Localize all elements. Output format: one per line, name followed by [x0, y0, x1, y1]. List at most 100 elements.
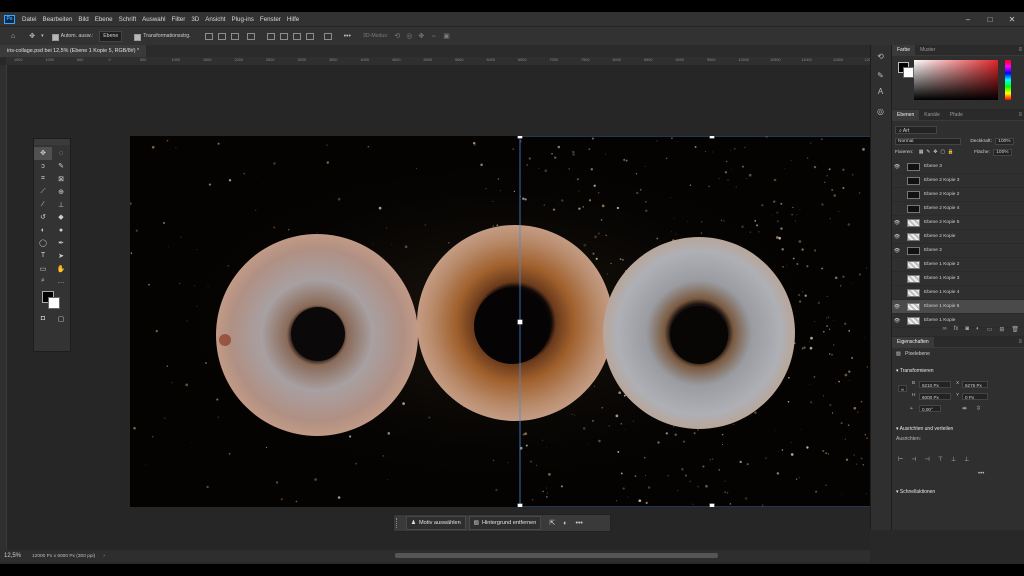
distribute-vertical-icon[interactable] [305, 32, 314, 40]
pen-tool-icon[interactable]: ✒ [52, 237, 70, 250]
auto-select-target-dropdown[interactable]: Ebene [99, 30, 123, 42]
chevron-right-icon[interactable]: › [103, 553, 105, 559]
align-left-edges-icon[interactable]: ⊢ [898, 456, 903, 463]
properties-panel-menu-icon[interactable]: ≡ [1018, 339, 1022, 345]
panel-menu-icon[interactable]: ≡ [1018, 47, 1022, 53]
transform-icon[interactable]: ⇱ [549, 519, 555, 527]
layer-row[interactable]: Ebene 2 Kopie 2 [892, 188, 1024, 202]
new-layer-icon[interactable]: ⊞ [999, 326, 1004, 333]
screen-mode-icon[interactable]: ▢ [52, 314, 70, 324]
layer-row[interactable]: Ebene 2 Kopie 3 [892, 174, 1024, 188]
tab-eigenschaften[interactable]: Eigenschaften [892, 337, 934, 347]
transform-handle-bottom-center[interactable] [709, 503, 715, 508]
background-color[interactable] [903, 67, 914, 78]
color-swatches[interactable] [34, 288, 70, 312]
more-tools-icon[interactable]: … [52, 275, 70, 288]
delete-layer-icon[interactable]: 🗑 [1011, 326, 1019, 333]
width-input[interactable]: 6210 Px [919, 381, 951, 388]
menu-plugins[interactable]: Plug-ins [229, 16, 257, 23]
menu-bearbeiten[interactable]: Bearbeiten [39, 16, 75, 23]
move-icon[interactable]: ✥ [29, 32, 35, 40]
align-bottom-icon[interactable] [279, 32, 288, 40]
adjustments-icon[interactable]: ◎ [875, 106, 886, 117]
healing-tool-icon[interactable]: ⊕ [52, 185, 70, 198]
home-icon[interactable]: ⌂ [11, 33, 15, 40]
layer-row[interactable]: Ebene 1 Kopie 3 [892, 272, 1024, 286]
brush-settings-icon[interactable]: ✎ [875, 70, 886, 81]
minimize-button[interactable]: – [958, 12, 978, 26]
blend-mode-dropdown[interactable]: Normal [895, 138, 961, 145]
align-middle-icon[interactable] [266, 32, 275, 40]
blur-tool-icon[interactable]: ● [52, 224, 70, 237]
3d-rotate-icon[interactable]: ⟲ [394, 32, 400, 40]
horizontal-scrollbar[interactable] [395, 553, 718, 558]
hue-slider[interactable] [1005, 60, 1011, 100]
more-align-icon[interactable]: ••• [978, 471, 984, 477]
angle-input[interactable]: 0,00° [919, 405, 941, 412]
eye-icon[interactable]: 👁 [892, 248, 902, 254]
flip-horizontal-icon[interactable]: ⇹ [962, 405, 967, 412]
transform-handle-middle-left[interactable] [517, 319, 523, 325]
eyedropper-tool-icon[interactable]: ⟋ [34, 185, 52, 198]
zoom-tool-icon[interactable]: ⌕ [34, 275, 52, 288]
color-picker-field[interactable] [914, 60, 998, 100]
align-section-header[interactable]: ▾ Ausrichten und verteilen [896, 426, 953, 432]
height-input[interactable]: 6000 Px [919, 393, 951, 400]
align-top-icon[interactable] [246, 32, 255, 40]
history-brush-icon[interactable]: ↺ [34, 211, 52, 224]
eraser-tool-icon[interactable]: ◆ [52, 211, 70, 224]
tab-pfade[interactable]: Pfade [945, 110, 968, 120]
transform-handle-top-center[interactable] [709, 136, 715, 139]
align-center-icon[interactable] [217, 32, 226, 40]
menu-datei[interactable]: Datei [19, 16, 39, 23]
menu-fenster[interactable]: Fenster [257, 16, 284, 23]
move-tool-icon[interactable]: ✥ [34, 147, 52, 160]
eye-icon[interactable]: 👁 [892, 164, 902, 170]
eye-icon[interactable]: 👁 [892, 220, 902, 226]
layer-filter-dropdown[interactable]: ⌕ Art [895, 126, 937, 134]
menu-hilfe[interactable]: Hilfe [284, 16, 302, 23]
opacity-input[interactable]: 100% [995, 138, 1014, 145]
transform-handle-top-left[interactable] [517, 136, 523, 139]
quick-select-tool-icon[interactable]: ✎ [52, 160, 70, 173]
y-input[interactable]: 0 Px [962, 393, 988, 400]
crop-tool-icon[interactable]: ⌗ [34, 173, 52, 186]
eye-icon[interactable]: 👁 [892, 304, 902, 310]
transform-handle-bottom-left[interactable] [517, 503, 523, 508]
remove-background-button[interactable]: ▨ Hintergrund entfernen [468, 516, 542, 530]
3d-slide-icon[interactable]: ⇔ [430, 33, 437, 40]
menu-schrift[interactable]: Schrift [116, 16, 140, 23]
document-tab[interactable]: iris-collage.psd bei 12,5% (Ebene 1 Kopi… [0, 45, 147, 57]
3d-roll-icon[interactable]: ◎ [406, 32, 412, 40]
tab-farbe[interactable]: Farbe [892, 45, 916, 55]
drag-handle[interactable] [396, 518, 403, 528]
document-canvas[interactable] [130, 136, 875, 507]
layer-row[interactable]: Ebene 1 Kopie 2 [892, 258, 1024, 272]
layer-row[interactable]: 👁 Ebene 2 Kopie [892, 230, 1024, 244]
tab-muster[interactable]: Muster [915, 45, 940, 55]
link-proportions-icon[interactable]: ∞ [898, 385, 907, 392]
stamp-tool-icon[interactable]: ⊥ [52, 198, 70, 211]
layer-row[interactable]: 👁 Ebene 2 Kopie 5 [892, 216, 1024, 230]
menu-auswahl[interactable]: Auswahl [139, 16, 168, 23]
adjustment-layer-icon[interactable]: ◐ [976, 326, 980, 332]
tab-kanaele[interactable]: Kanäle [919, 110, 945, 120]
x-input[interactable]: 6276 Px [962, 381, 988, 388]
add-mask-icon[interactable]: ◙ [965, 326, 969, 332]
mask-icon[interactable]: ◐ [563, 520, 567, 527]
hand-tool-icon[interactable]: ✋ [52, 262, 70, 275]
3d-scale-icon[interactable]: ▣ [443, 32, 450, 40]
close-button[interactable]: ✕ [1002, 12, 1022, 26]
history-icon[interactable]: ⟲ [875, 51, 886, 62]
menu-3d[interactable]: 3D [188, 16, 202, 23]
frame-tool-icon[interactable]: ⊠ [52, 173, 70, 186]
menu-ebene[interactable]: Ebene [92, 16, 116, 23]
flip-vertical-icon[interactable]: ⇳ [976, 405, 981, 412]
align-bottom-edges-icon[interactable]: ⊥ [964, 456, 969, 463]
layer-row[interactable]: Ebene 1 Kopie 4 [892, 286, 1024, 300]
lasso-tool-icon[interactable]: ↄ [34, 160, 52, 173]
transform-controls-checkbox[interactable] [134, 33, 142, 41]
select-subject-button[interactable]: ♟ Motiv auswählen [406, 516, 466, 530]
more-icon[interactable]: ••• [344, 33, 351, 40]
layer-row[interactable]: 👁 Ebene 3 [892, 160, 1024, 174]
